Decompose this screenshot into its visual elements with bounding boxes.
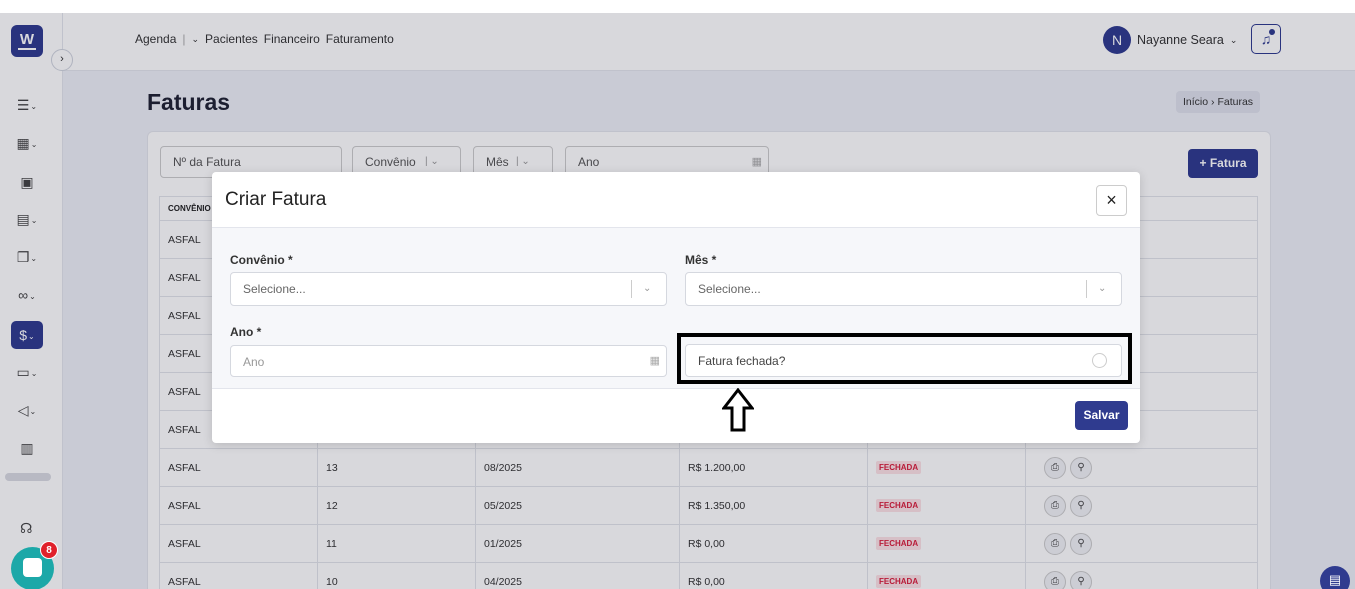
select-divider xyxy=(1086,280,1087,298)
calendar-icon: ▦ xyxy=(649,355,660,367)
chevron-down-icon: ⌄ xyxy=(643,283,652,294)
chevron-down-icon: ⌄ xyxy=(1098,283,1107,294)
month-select[interactable]: Selecione... ⌄ xyxy=(685,272,1122,306)
convenio-select[interactable]: Selecione... ⌄ xyxy=(230,272,667,306)
chat-unread-badge: 8 xyxy=(40,541,58,559)
convenio-select-placeholder: Selecione... xyxy=(243,282,306,296)
modal-title: Criar Fatura xyxy=(225,189,327,210)
top-strip xyxy=(0,0,1355,13)
select-divider xyxy=(631,280,632,298)
chat-icon xyxy=(23,558,42,577)
up-arrow-annotation xyxy=(722,388,754,432)
year-input[interactable]: Ano ▦ xyxy=(230,345,667,377)
save-button[interactable]: Salvar xyxy=(1075,401,1128,430)
year-input-placeholder: Ano xyxy=(243,355,265,369)
app-page: W ☰ ⌄ ▦ ⌄ ▣ ▤ ⌄ ❐ ⌄ ∞ ⌄ $ ⌄ ▭ ⌄ ◁ ⌄ ▥ › ☊ Agenda… xyxy=(0,0,1355,589)
modal-header: Criar Fatura × xyxy=(212,172,1140,228)
year-label: Ano * xyxy=(230,325,262,339)
close-button[interactable]: × xyxy=(1096,185,1127,216)
close-icon: × xyxy=(1106,190,1117,210)
message-icon[interactable]: ▤ xyxy=(1320,566,1350,589)
month-select-placeholder: Selecione... xyxy=(698,282,761,296)
convenio-label: Convênio * xyxy=(230,253,293,267)
month-label: Mês * xyxy=(685,253,717,267)
create-invoice-modal: Criar Fatura × Convênio * Selecione... ⌄… xyxy=(212,172,1140,443)
highlight-box xyxy=(677,333,1132,384)
